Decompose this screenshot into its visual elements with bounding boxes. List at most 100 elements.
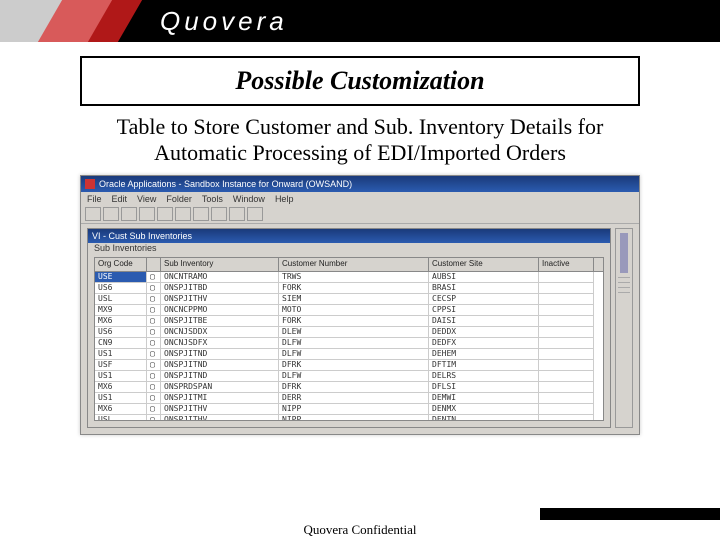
cell-folder-icon[interactable]: ▢: [147, 305, 161, 316]
menu-tools[interactable]: Tools: [202, 194, 223, 204]
cell-customer-number[interactable]: NIPP: [279, 404, 429, 415]
table-row[interactable]: US1▢ONSPJITNDDLFWDELRS: [95, 371, 603, 382]
cell-customer-number[interactable]: DERR: [279, 393, 429, 404]
cell-org-code[interactable]: MX6: [95, 382, 147, 393]
cell-org-code[interactable]: US6: [95, 283, 147, 294]
cell-folder-icon[interactable]: ▢: [147, 316, 161, 327]
cell-customer-site[interactable]: DAISI: [429, 316, 539, 327]
cell-customer-number[interactable]: DLFW: [279, 371, 429, 382]
cell-org-code[interactable]: USL: [95, 415, 147, 421]
cell-sub-inventory[interactable]: ONSPJITND: [161, 360, 279, 371]
menu-folder[interactable]: Folder: [166, 194, 192, 204]
cell-customer-number[interactable]: TRWS: [279, 272, 429, 283]
cell-folder-icon[interactable]: ▢: [147, 404, 161, 415]
cell-sub-inventory[interactable]: ONCNJSDDX: [161, 327, 279, 338]
toolbar-button[interactable]: [103, 207, 119, 221]
cell-inactive[interactable]: [539, 371, 594, 382]
cell-folder-icon[interactable]: ▢: [147, 327, 161, 338]
cell-org-code[interactable]: USE: [95, 272, 147, 283]
cell-folder-icon[interactable]: ▢: [147, 349, 161, 360]
table-row[interactable]: US6▢ONSPJITBDFORKBRASI: [95, 283, 603, 294]
cell-customer-site[interactable]: DEDFX: [429, 338, 539, 349]
cell-customer-number[interactable]: FORK: [279, 283, 429, 294]
cell-customer-number[interactable]: DLFW: [279, 338, 429, 349]
menu-edit[interactable]: Edit: [112, 194, 128, 204]
cell-sub-inventory[interactable]: ONSPJITBD: [161, 283, 279, 294]
cell-customer-site[interactable]: DEDDX: [429, 327, 539, 338]
cell-folder-icon[interactable]: ▢: [147, 272, 161, 283]
cell-folder-icon[interactable]: ▢: [147, 294, 161, 305]
menu-view[interactable]: View: [137, 194, 156, 204]
cell-folder-icon[interactable]: ▢: [147, 360, 161, 371]
menu-file[interactable]: File: [87, 194, 102, 204]
cell-inactive[interactable]: [539, 404, 594, 415]
cell-customer-number[interactable]: FORK: [279, 316, 429, 327]
cell-customer-number[interactable]: MOTO: [279, 305, 429, 316]
cell-folder-icon[interactable]: ▢: [147, 393, 161, 404]
cell-inactive[interactable]: [539, 360, 594, 371]
cell-org-code[interactable]: US1: [95, 371, 147, 382]
cell-customer-site[interactable]: CPPSI: [429, 305, 539, 316]
table-row[interactable]: USF▢ONSPJITNDDFRKDFTIM: [95, 360, 603, 371]
cell-sub-inventory[interactable]: ONCNCPPMO: [161, 305, 279, 316]
cell-sub-inventory[interactable]: ONSPJITHV: [161, 404, 279, 415]
toolbar-button[interactable]: [157, 207, 173, 221]
cell-org-code[interactable]: MX9: [95, 305, 147, 316]
cell-customer-site[interactable]: DENMX: [429, 404, 539, 415]
cell-inactive[interactable]: [539, 305, 594, 316]
cell-sub-inventory[interactable]: ONSPJITBE: [161, 316, 279, 327]
cell-inactive[interactable]: [539, 283, 594, 294]
cell-folder-icon[interactable]: ▢: [147, 415, 161, 421]
table-row[interactable]: US6▢ONCNJSDDXDLEWDEDDX: [95, 327, 603, 338]
cell-customer-site[interactable]: DFLSI: [429, 382, 539, 393]
cell-sub-inventory[interactable]: ONSPRDSPAN: [161, 382, 279, 393]
table-row[interactable]: MX9▢ONCNCPPMOMOTOCPPSI: [95, 305, 603, 316]
cell-org-code[interactable]: USL: [95, 294, 147, 305]
cell-customer-site[interactable]: DELRS: [429, 371, 539, 382]
cell-sub-inventory[interactable]: ONCNTRAMO: [161, 272, 279, 283]
cell-inactive[interactable]: [539, 382, 594, 393]
cell-customer-number[interactable]: NIPP: [279, 415, 429, 421]
toolbar-button[interactable]: [121, 207, 137, 221]
cell-customer-number[interactable]: DLFW: [279, 349, 429, 360]
cell-customer-site[interactable]: DEMWI: [429, 393, 539, 404]
cell-customer-site[interactable]: AUBSI: [429, 272, 539, 283]
table-row[interactable]: US1▢ONSPJITNDDLFWDEHEM: [95, 349, 603, 360]
cell-inactive[interactable]: [539, 393, 594, 404]
cell-customer-site[interactable]: DEHEM: [429, 349, 539, 360]
cell-sub-inventory[interactable]: ONSPJITHV: [161, 415, 279, 421]
menu-help[interactable]: Help: [275, 194, 294, 204]
cell-customer-site[interactable]: DENTN: [429, 415, 539, 421]
table-row[interactable]: MX6▢ONSPJITBEFORKDAISI: [95, 316, 603, 327]
cell-inactive[interactable]: [539, 294, 594, 305]
toolbar-button[interactable]: [193, 207, 209, 221]
toolbar-button[interactable]: [247, 207, 263, 221]
cell-customer-site[interactable]: CECSP: [429, 294, 539, 305]
cell-org-code[interactable]: US6: [95, 327, 147, 338]
cell-customer-site[interactable]: DFTIM: [429, 360, 539, 371]
table-row[interactable]: USE▢ONCNTRAMOTRWSAUBSI: [95, 272, 603, 283]
cell-customer-number[interactable]: DFRK: [279, 382, 429, 393]
toolbar-button[interactable]: [175, 207, 191, 221]
toolbar-button[interactable]: [211, 207, 227, 221]
cell-inactive[interactable]: [539, 327, 594, 338]
table-row[interactable]: MX6▢ONSPJITHVNIPPDENMX: [95, 404, 603, 415]
cell-org-code[interactable]: US1: [95, 349, 147, 360]
menu-window[interactable]: Window: [233, 194, 265, 204]
cell-inactive[interactable]: [539, 415, 594, 421]
cell-sub-inventory[interactable]: ONSPJITMI: [161, 393, 279, 404]
cell-org-code[interactable]: CN9: [95, 338, 147, 349]
cell-folder-icon[interactable]: ▢: [147, 382, 161, 393]
cell-sub-inventory[interactable]: ONCNJSDFX: [161, 338, 279, 349]
table-row[interactable]: USL▢ONSPJITHVSIEMCECSP: [95, 294, 603, 305]
cell-customer-site[interactable]: BRASI: [429, 283, 539, 294]
toolbar-button[interactable]: [139, 207, 155, 221]
cell-sub-inventory[interactable]: ONSPJITHV: [161, 294, 279, 305]
toolbar-button[interactable]: [85, 207, 101, 221]
cell-folder-icon[interactable]: ▢: [147, 283, 161, 294]
toolbar-button[interactable]: [229, 207, 245, 221]
table-row[interactable]: US1▢ONSPJITMIDERRDEMWI: [95, 393, 603, 404]
table-row[interactable]: CN9▢ONCNJSDFXDLFWDEDFX: [95, 338, 603, 349]
table-row[interactable]: MX6▢ONSPRDSPANDFRKDFLSI: [95, 382, 603, 393]
cell-inactive[interactable]: [539, 338, 594, 349]
